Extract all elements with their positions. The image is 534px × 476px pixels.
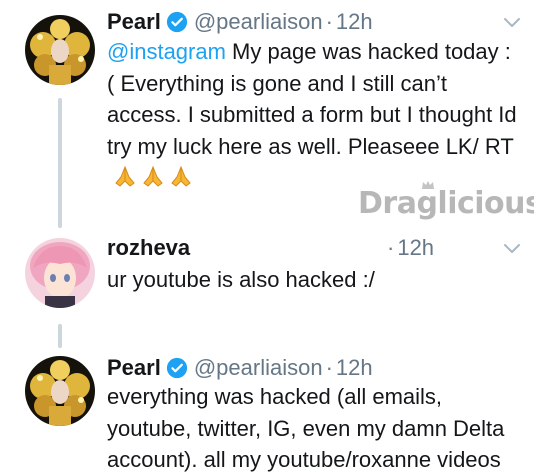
tweet-text: @instagram My page was hacked today : ( … (107, 36, 522, 194)
folded-hands-emoji (171, 165, 191, 187)
avatar[interactable] (25, 356, 95, 426)
verified-badge-icon (166, 11, 187, 33)
separator-dot: · (325, 9, 333, 34)
tweet-body: ur youtube is also hacked :/ (107, 267, 375, 292)
tweet-item[interactable]: Pearl @pearliaison · 12h everything was … (0, 348, 534, 472)
tweet-item[interactable]: Pearl @pearliaison · 12h @instagram My p… (0, 0, 534, 200)
separator-dot: · (387, 235, 395, 260)
tweet-item[interactable]: rozheva · 12h ur youtube is also hacked … (0, 228, 534, 328)
folded-hands-emoji (115, 165, 135, 187)
crown-icon (422, 181, 434, 189)
chevron-down-icon[interactable] (502, 242, 522, 256)
timestamp[interactable]: 12h (397, 235, 434, 261)
chevron-down-icon[interactable] (502, 16, 522, 30)
watermark-logo: Draglicious (358, 181, 534, 221)
tweet-text: everything was hacked (all emails, youtu… (107, 381, 522, 476)
tweet-meta: · 12h (384, 234, 434, 262)
separator-dot: · (325, 355, 333, 380)
avatar[interactable] (25, 15, 95, 85)
timestamp[interactable]: 12h (336, 9, 373, 35)
verified-badge-icon (166, 357, 187, 379)
emoji-group (113, 164, 193, 188)
tweet-header: Pearl @pearliaison · 12h (107, 8, 373, 36)
author-handle[interactable]: @pearliaison (194, 9, 323, 35)
timestamp[interactable]: 12h (336, 355, 373, 381)
author-name[interactable]: rozheva (107, 235, 190, 261)
tweet-header: rozheva (107, 234, 190, 262)
tweet-text: ur youtube is also hacked :/ (107, 264, 522, 296)
watermark-text: Draglicious (358, 186, 534, 221)
avatar[interactable] (25, 238, 95, 308)
folded-hands-emoji (143, 165, 163, 187)
tweet-header: Pearl @pearliaison · 12h (107, 354, 373, 382)
tweet-body: everything was hacked (all emails, youtu… (107, 384, 505, 472)
author-handle[interactable]: @pearliaison (194, 355, 323, 381)
mention-link[interactable]: @instagram (107, 39, 226, 64)
author-name[interactable]: Pearl (107, 355, 161, 381)
author-name[interactable]: Pearl (107, 9, 161, 35)
